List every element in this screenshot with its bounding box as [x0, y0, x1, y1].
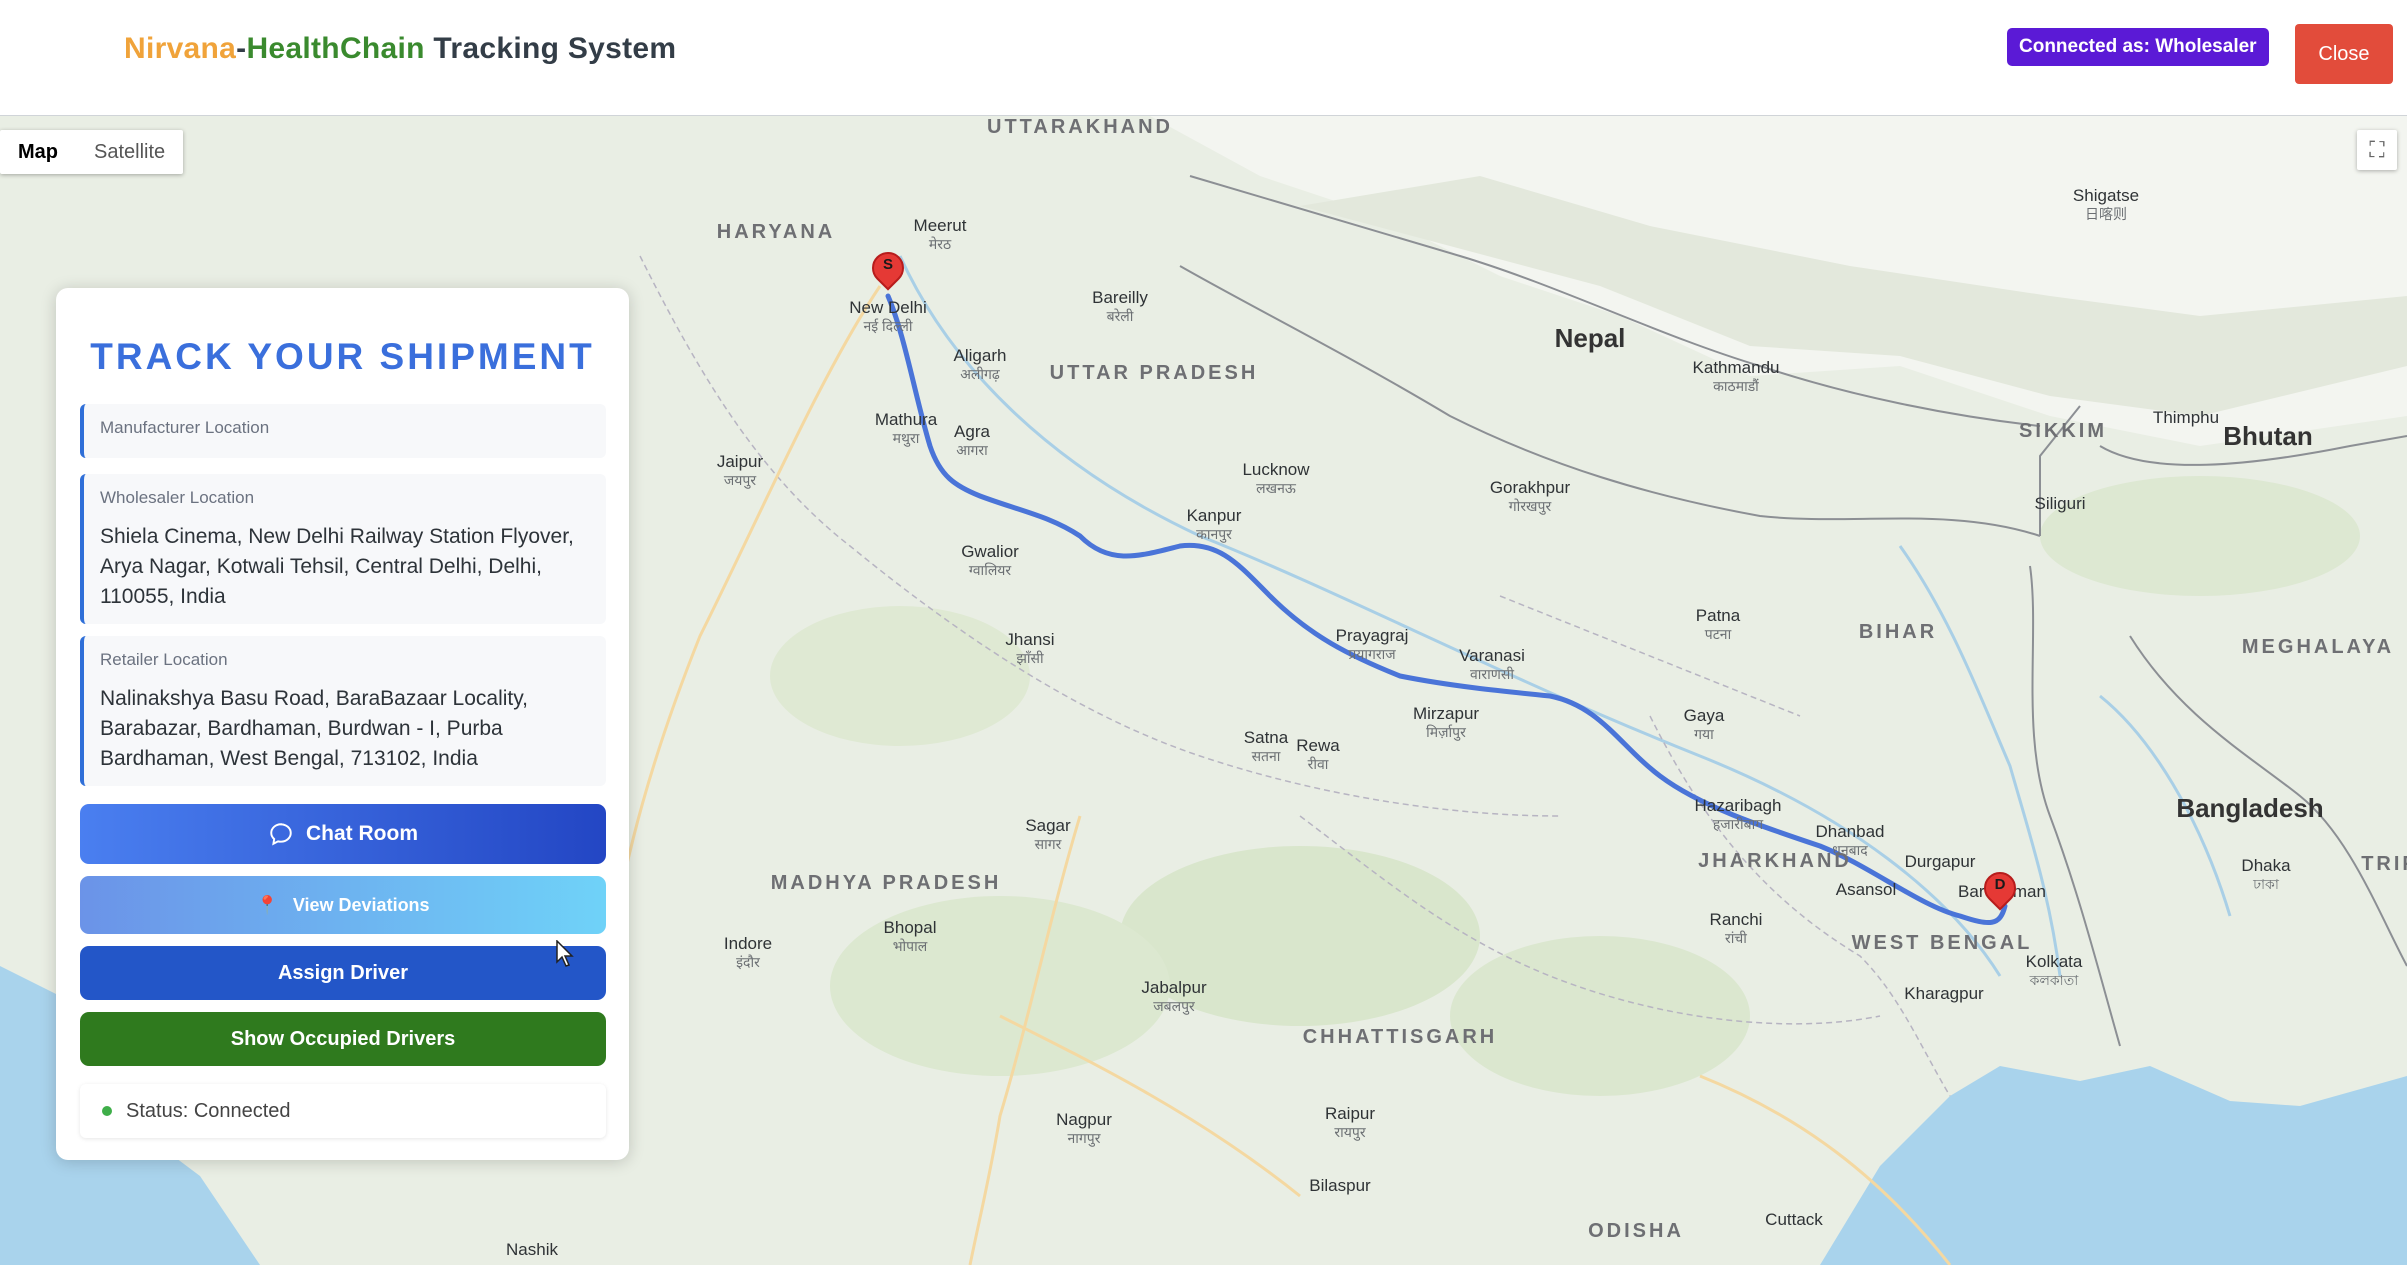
- city-label: Asansol: [1835, 880, 1897, 899]
- city-label: Gwalior ग्वालियर: [961, 542, 1019, 578]
- app-title: Nirvana-HealthChain Tracking System: [124, 32, 676, 66]
- state-label: MADHYA PRADESH: [770, 872, 1002, 894]
- city-label: Lucknow लखनऊ: [1242, 460, 1310, 496]
- wholesaler-location-label: Wholesaler Location: [100, 488, 255, 507]
- fullscreen-icon[interactable]: ⛶: [2357, 130, 2397, 170]
- wholesaler-location-card: Wholesaler Location Shiela Cinema, New D…: [80, 474, 606, 624]
- state-label: HARYANA: [716, 221, 836, 243]
- city-label: Mirzapur मिर्ज़ापुर: [1412, 704, 1480, 740]
- state-label: WEST BENGAL: [1851, 932, 2033, 954]
- city-label: Nashik: [506, 1240, 558, 1259]
- bay-of-bengal: [1820, 1066, 2407, 1265]
- city-label: Bilaspur: [1309, 1176, 1371, 1195]
- city-label: Hazaribagh हजारीबाग: [1694, 796, 1782, 832]
- retailer-location-value: Nalinakshya Basu Road, BaraBazaar Locali…: [100, 687, 529, 770]
- city-label: Siliguri: [2034, 494, 2086, 513]
- tracking-panel: TRACK YOUR SHIPMENT Manufacturer Locatio…: [56, 288, 629, 1160]
- city-label: Thimphu: [2152, 408, 2220, 427]
- city-label: Prayagraj प्रयागराज: [1335, 626, 1409, 662]
- city-label: Mathura मथुरा: [874, 410, 938, 446]
- city-label: Satna सतना: [1243, 728, 1289, 764]
- mouse-cursor-icon: [556, 940, 574, 967]
- city-label: Meerut मेरठ: [913, 216, 967, 252]
- manufacturer-location-label: Manufacturer Location: [100, 418, 270, 437]
- city-label: Cuttack: [1765, 1210, 1823, 1229]
- country-label-nepal: Nepal: [1554, 323, 1626, 353]
- city-label: Kharagpur: [1904, 984, 1984, 1003]
- forest-area: [830, 896, 1170, 1076]
- close-button[interactable]: Close: [2295, 24, 2393, 84]
- location-pin-icon: 📍: [256, 894, 279, 915]
- city-label: Gorakhpur गोरखपुर: [1489, 478, 1571, 514]
- city-label: Kanpur कानपुर: [1186, 506, 1242, 542]
- chat-room-label: Chat Room: [306, 822, 418, 845]
- city-label: Jaipur जयपुर: [716, 452, 764, 488]
- wholesaler-location-value: Shiela Cinema, New Delhi Railway Station…: [100, 525, 574, 608]
- city-label: Ranchi रांची: [1709, 910, 1763, 946]
- view-deviations-button[interactable]: 📍 View Deviations: [80, 876, 606, 934]
- status-text: Status: Connected: [126, 1099, 291, 1122]
- map-type-map-button[interactable]: Map: [0, 130, 76, 174]
- state-label: BIHAR: [1858, 621, 1938, 643]
- city-label: Nagpur नागपुर: [1056, 1110, 1112, 1146]
- retailer-location-label: Retailer Location: [100, 650, 228, 669]
- city-label: Shigatse 日喀则: [2072, 186, 2140, 222]
- city-label: Raipur रायपुर: [1324, 1104, 1376, 1140]
- brand-nirvana: Nirvana: [124, 32, 237, 65]
- state-label: ODISHA: [1588, 1220, 1684, 1242]
- country-label-bangladesh: Bangladesh: [2176, 793, 2324, 823]
- map-type-satellite-button[interactable]: Satellite: [76, 130, 183, 174]
- retailer-location-card: Retailer Location Nalinakshya Basu Road,…: [80, 636, 606, 786]
- chat-room-button[interactable]: Chat Room: [80, 804, 606, 864]
- status-dot-icon: [102, 1106, 112, 1116]
- chat-bubble-icon: [270, 823, 292, 846]
- city-label: Rewa रीवा: [1296, 736, 1340, 772]
- country-label-bhutan: Bhutan: [2223, 421, 2313, 451]
- city-label: Aligarh अलीगढ़: [953, 346, 1007, 382]
- app-header: Nirvana-HealthChain Tracking System Conn…: [0, 0, 2407, 116]
- view-deviations-label: View Deviations: [292, 894, 430, 915]
- destination-marker[interactable]: D: [1977, 865, 2023, 916]
- city-label: Kolkata কলকাতা: [2025, 952, 2083, 988]
- origin-marker[interactable]: S: [865, 245, 911, 296]
- city-label: Dhaka ঢাকা: [2241, 856, 2291, 892]
- city-label: Bhopal भोपाल: [883, 918, 937, 954]
- city-label: Gaya गया: [1683, 706, 1725, 742]
- city-label: Jhansi झाँसी: [1005, 630, 1055, 666]
- brand-tracking-system: Tracking System: [424, 32, 677, 65]
- city-label: Kathmandu काठमाडौं: [1692, 358, 1780, 394]
- city-label: Indore इंदौर: [723, 934, 773, 970]
- city-label: Jabalpur जबलपुर: [1141, 978, 1207, 1014]
- state-label: UTTARAKHAND: [987, 116, 1173, 138]
- state-label: TRIP: [2361, 853, 2407, 875]
- state-label: SIKKIM: [2019, 420, 2107, 442]
- city-label: Durgapur: [1904, 852, 1976, 871]
- city-label: Varanasi वाराणसी: [1459, 646, 1525, 682]
- state-label: MEGHALAYA: [2241, 636, 2395, 658]
- connection-status: Status: Connected: [80, 1084, 606, 1138]
- city-label: New Delhi नई दिल्ली: [849, 298, 927, 334]
- brand-separator: -: [236, 32, 247, 65]
- city-label: Dhanbad धनबाद: [1815, 822, 1885, 858]
- state-label: CHHATTISGARH: [1302, 1026, 1498, 1048]
- city-label: Patna पटना: [1695, 606, 1741, 642]
- state-label: UTTAR PRADESH: [1049, 362, 1259, 384]
- city-label: Sagar सागर: [1025, 816, 1071, 852]
- forest-area: [770, 606, 1030, 746]
- city-label: Agra आगरा: [954, 422, 990, 458]
- forest-area: [1450, 936, 1750, 1096]
- city-label: Bareilly बरेली: [1092, 288, 1148, 324]
- connection-role-badge: Connected as: Wholesaler: [2007, 28, 2269, 66]
- brand-healthchain: HealthChain: [246, 32, 425, 65]
- map-type-control: Map Satellite: [0, 130, 184, 174]
- show-occupied-drivers-button[interactable]: Show Occupied Drivers: [80, 1012, 606, 1066]
- forest-area: [2040, 476, 2360, 596]
- manufacturer-location-card: Manufacturer Location: [80, 404, 606, 458]
- panel-title: TRACK YOUR SHIPMENT: [90, 336, 595, 377]
- assign-driver-button[interactable]: Assign Driver: [80, 946, 606, 1000]
